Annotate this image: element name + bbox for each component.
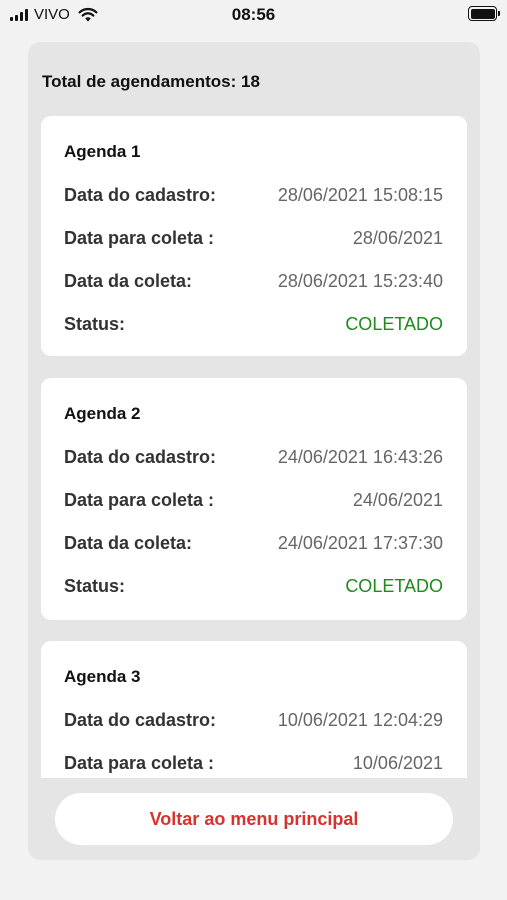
agenda-card: Agenda 2 Data do cadastro: 24/06/2021 16…: [41, 378, 467, 620]
row-data-da-coleta: Data da coleta: 28/06/2021 15:23:40: [64, 269, 443, 293]
value-data-para-coleta: 28/06/2021: [352, 227, 443, 248]
label-data-cadastro: Data do cadastro:: [64, 709, 217, 730]
total-appointments: Total de agendamentos: 18: [42, 72, 260, 91]
schedule-panel: Total de agendamentos: 18 Agenda 1 Data …: [28, 42, 480, 860]
value-data-cadastro: 24/06/2021 16:43:26: [277, 446, 443, 467]
agenda-card: Agenda 3 Data do cadastro: 10/06/2021 12…: [41, 641, 467, 778]
back-to-main-menu-button[interactable]: Voltar ao menu principal: [55, 793, 453, 845]
label-data-para-coleta: Data para coleta :: [64, 227, 215, 248]
status-badge: COLETADO: [345, 313, 443, 334]
value-data-da-coleta: 28/06/2021 15:23:40: [277, 270, 443, 291]
label-data-da-coleta: Data da coleta:: [64, 532, 193, 553]
row-data-para-coleta: Data para coleta : 10/06/2021: [64, 751, 443, 775]
label-status: Status:: [64, 575, 126, 596]
row-data-para-coleta: Data para coleta : 24/06/2021: [64, 488, 443, 512]
row-status: Status: COLETADO: [64, 574, 443, 598]
row-data-cadastro: Data do cadastro: 24/06/2021 16:43:26: [64, 445, 443, 469]
row-data-para-coleta: Data para coleta : 28/06/2021: [64, 226, 443, 250]
status-bar: VIVO 08:56: [0, 0, 507, 30]
value-data-cadastro: 10/06/2021 12:04:29: [277, 709, 443, 730]
agenda-title: Agenda 2: [64, 404, 141, 423]
row-status: Status: COLETADO: [64, 312, 443, 336]
status-badge: COLETADO: [345, 575, 443, 596]
row-data-cadastro: Data do cadastro: 10/06/2021 12:04:29: [64, 708, 443, 732]
label-data-para-coleta: Data para coleta :: [64, 752, 215, 773]
value-data-para-coleta: 10/06/2021: [352, 752, 443, 773]
label-data-cadastro: Data do cadastro:: [64, 446, 217, 467]
row-data-da-coleta: Data da coleta: 24/06/2021 17:37:30: [64, 531, 443, 555]
label-status: Status:: [64, 313, 126, 334]
value-data-da-coleta: 24/06/2021 17:37:30: [277, 532, 443, 553]
clock: 08:56: [231, 5, 276, 24]
battery-icon: [468, 6, 500, 21]
label-data-da-coleta: Data da coleta:: [64, 270, 193, 291]
value-data-cadastro: 28/06/2021 15:08:15: [277, 184, 443, 205]
agenda-card: Agenda 1 Data do cadastro: 28/06/2021 15…: [41, 116, 467, 356]
label-data-para-coleta: Data para coleta :: [64, 489, 215, 510]
agenda-title: Agenda 1: [64, 142, 141, 161]
value-data-para-coleta: 24/06/2021: [352, 489, 443, 510]
row-data-cadastro: Data do cadastro: 28/06/2021 15:08:15: [64, 183, 443, 207]
agenda-title: Agenda 3: [64, 667, 141, 686]
appointments-list[interactable]: Agenda 1 Data do cadastro: 28/06/2021 15…: [28, 102, 480, 778]
label-data-cadastro: Data do cadastro:: [64, 184, 217, 205]
